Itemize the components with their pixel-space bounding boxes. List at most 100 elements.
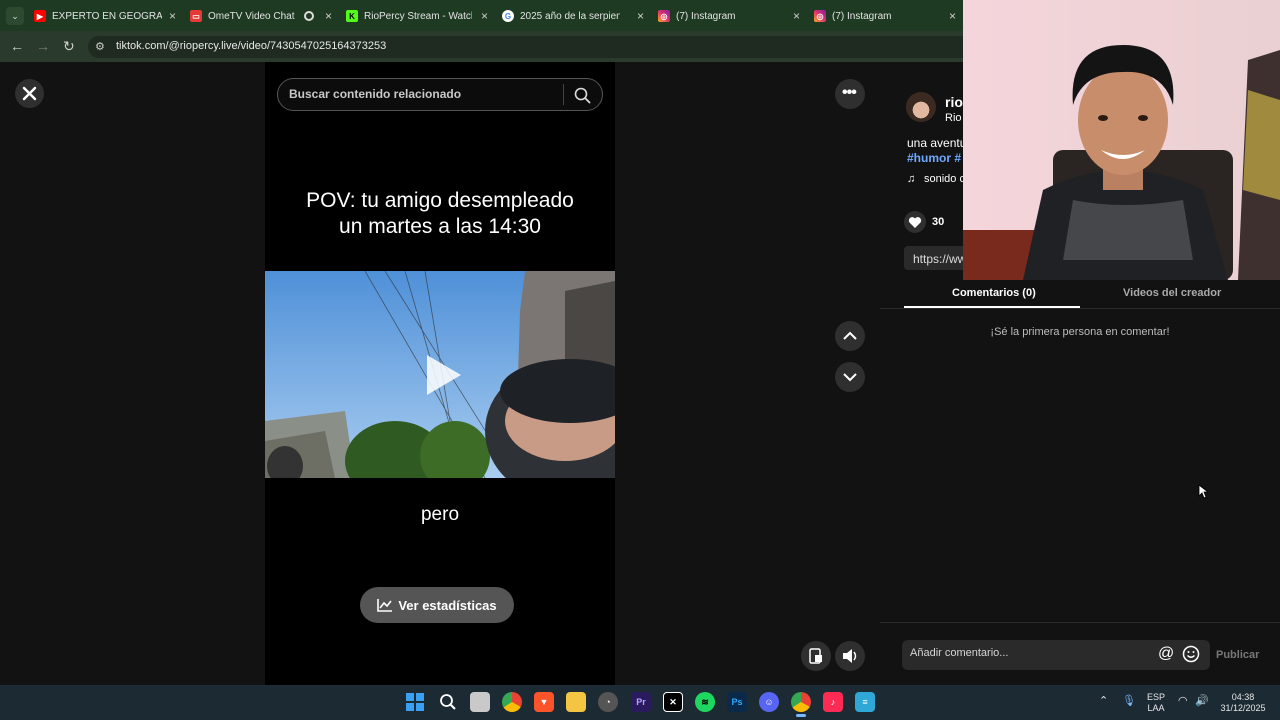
site-info-icon[interactable]: ⚙ — [95, 40, 105, 53]
mouse-cursor-icon — [1198, 484, 1208, 499]
sound-name[interactable]: sonido c — [924, 173, 965, 185]
kick-icon: K — [346, 10, 358, 22]
recording-icon — [304, 11, 314, 21]
show-hidden-icons[interactable]: ⌃ — [1099, 696, 1108, 707]
search-taskbar-icon[interactable] — [438, 692, 458, 712]
chrome-icon[interactable] — [502, 692, 522, 712]
avatar[interactable] — [906, 92, 936, 122]
close-icon — [22, 86, 37, 101]
clock-time: 04:38 — [1231, 692, 1255, 702]
youtube-icon: ▶ — [34, 10, 46, 22]
brave-icon[interactable]: ▼ — [534, 692, 554, 712]
caption-text: POV: tu amigo desempleado un martes a la… — [306, 189, 574, 238]
windows-start-icon[interactable] — [405, 692, 425, 712]
premiere-icon[interactable]: Pr — [631, 692, 651, 712]
previous-video-button[interactable] — [835, 321, 865, 351]
language-indicator[interactable]: ESP LAA — [1143, 692, 1169, 714]
browser-tab[interactable]: ◎ (7) Instagram × — [814, 4, 960, 28]
chrome-active-icon[interactable] — [791, 692, 811, 712]
language-code: ESP — [1146, 692, 1165, 702]
browser-tab[interactable]: ◎ (7) Instagram × — [658, 4, 804, 28]
search-divider — [563, 84, 564, 105]
browser-tab[interactable]: ▶ EXPERTO EN GEOGRAFÍA × — [34, 4, 180, 28]
play-icon[interactable] — [423, 353, 463, 397]
video-frame[interactable] — [265, 271, 615, 478]
comments-footer-divider — [880, 622, 1280, 623]
wifi-icon[interactable]: ◠ — [1178, 696, 1188, 707]
hashtag-link[interactable]: #humor # — [907, 151, 961, 165]
capcut-icon[interactable]: ✕ — [663, 692, 683, 712]
close-tab-icon[interactable]: × — [481, 9, 488, 23]
video-caption-bottom: pero — [420, 504, 460, 525]
mini-player-icon — [809, 648, 822, 664]
microphone-icon[interactable]: 🎙 — [1122, 696, 1136, 707]
close-tab-icon[interactable]: × — [169, 9, 176, 23]
volume-icon — [843, 649, 857, 663]
comment-placeholder: Añadir comentario... — [910, 647, 1009, 659]
browser-tab[interactable]: K RioPercy Stream - Watch L × — [346, 4, 492, 28]
tiktok-icon[interactable]: ♪ — [823, 692, 843, 712]
back-icon[interactable]: ← — [10, 38, 24, 54]
post-description: una aventu — [907, 136, 967, 150]
clock-date: 31/12/2025 — [1220, 703, 1266, 713]
close-tab-icon[interactable]: × — [949, 9, 956, 23]
chevron-down-icon — [843, 373, 857, 382]
chart-icon — [377, 599, 393, 612]
forward-icon[interactable]: → — [36, 38, 50, 54]
more-options-button[interactable]: ••• — [835, 79, 865, 109]
photoshop-icon[interactable]: Ps — [727, 692, 747, 712]
post-link[interactable]: https://ww — [913, 252, 966, 266]
close-tab-icon[interactable]: × — [325, 9, 332, 23]
next-video-button[interactable] — [835, 362, 865, 392]
display-name: Rio — [945, 112, 962, 124]
tabs-divider — [880, 308, 1280, 309]
clock[interactable]: 04:38 31/12/2025 — [1214, 692, 1272, 714]
speaker-icon[interactable]: 🔊 — [1195, 696, 1209, 707]
video-caption-top: POV: tu amigo desempleado un martes a la… — [265, 188, 615, 240]
music-note-icon: ♫ — [907, 173, 916, 185]
url-text[interactable]: tiktok.com/@riopercy.live/video/74305470… — [116, 40, 386, 52]
ometv-icon: ▭ — [190, 10, 202, 22]
webcam-overlay — [963, 0, 1280, 280]
tab-title: RioPercy Stream - Watch L — [364, 10, 472, 22]
keyboard-layout: LAA — [1147, 703, 1165, 713]
instagram-icon: ◎ — [814, 10, 826, 22]
tab-creator-videos[interactable]: Videos del creador — [1123, 287, 1221, 299]
like-count: 30 — [932, 216, 945, 228]
search-placeholder: Buscar contenido relacionado — [289, 87, 462, 101]
close-button[interactable] — [15, 79, 44, 108]
search-icon[interactable] — [574, 87, 591, 104]
tab-title: (7) Instagram — [832, 10, 892, 22]
task-view-icon[interactable] — [470, 692, 490, 712]
tab-title: EXPERTO EN GEOGRAFÍA — [52, 10, 162, 22]
tab-comments[interactable]: Comentarios (0) — [952, 287, 1036, 299]
tab-title: (7) Instagram — [676, 10, 736, 22]
more-icon: ••• — [842, 84, 857, 101]
tab-title: OmeTV Video Chat – — [208, 10, 296, 22]
tab-list-button[interactable]: ⌄ — [6, 7, 24, 25]
active-tab-indicator — [904, 306, 1080, 308]
google-icon: G — [502, 10, 514, 22]
empty-comments-text: ¡Sé la primera persona en comentar! — [990, 326, 1170, 338]
like-button[interactable] — [904, 211, 926, 233]
view-stats-button[interactable]: Ver estadísticas — [360, 587, 514, 623]
spotify-icon[interactable]: ≋ — [695, 692, 715, 712]
app-icon[interactable]: ◔ — [598, 692, 618, 712]
browser-tab[interactable]: ▭ OmeTV Video Chat – × — [190, 4, 336, 28]
publish-button[interactable]: Publicar — [1216, 649, 1259, 661]
browser-tab[interactable]: G 2025 año de la serpiente × — [502, 4, 648, 28]
emoji-icon[interactable] — [1182, 645, 1200, 663]
close-tab-icon[interactable]: × — [793, 9, 800, 23]
file-explorer-icon[interactable] — [566, 692, 586, 712]
volume-button[interactable] — [835, 641, 865, 671]
heart-icon — [908, 217, 922, 228]
reload-icon[interactable]: ↻ — [63, 38, 75, 55]
mention-icon[interactable]: @ — [1158, 645, 1174, 663]
username[interactable]: rio — [945, 94, 963, 110]
floating-player-button[interactable] — [801, 641, 831, 671]
close-tab-icon[interactable]: × — [637, 9, 644, 23]
chevron-up-icon — [843, 331, 857, 340]
discord-icon[interactable]: ☺ — [759, 692, 779, 712]
instagram-icon: ◎ — [658, 10, 670, 22]
notepad-icon[interactable]: ≡ — [855, 692, 875, 712]
